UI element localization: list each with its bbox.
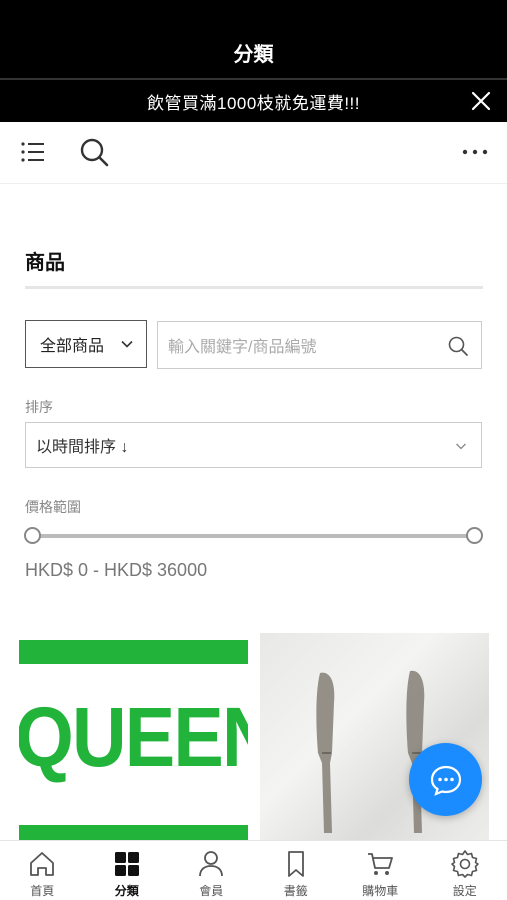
bookmark-icon [287, 851, 304, 877]
promo-banner: 飲管買滿1000枝就免運費!!! [0, 80, 507, 122]
nav-item-settings[interactable]: 設定 [423, 841, 507, 900]
cart-icon [368, 853, 394, 875]
nav-item-home[interactable]: 首頁 [0, 841, 85, 900]
nav-label: 書籤 [283, 884, 308, 898]
search-icon[interactable] [78, 136, 110, 168]
nav-label: 購物車 [362, 884, 399, 898]
category-selected: 全部商品 [40, 338, 105, 355]
user-icon [199, 851, 224, 877]
chevron-down-icon [121, 340, 133, 348]
nav-label: 設定 [452, 884, 477, 898]
price-range-label: 價格範圍 [25, 499, 81, 515]
nav-item-member[interactable]: 會員 [169, 841, 254, 900]
nav-item-cart[interactable]: 購物車 [338, 841, 423, 900]
gear-icon [450, 850, 479, 878]
grid-icon [114, 852, 139, 876]
category-dropdown[interactable]: 全部商品 [25, 320, 147, 368]
price-slider-max-handle[interactable] [466, 527, 483, 544]
nav-label: 分類 [114, 884, 139, 898]
nav-item-bookmark[interactable]: 書籤 [254, 841, 339, 900]
home-icon [30, 852, 55, 876]
page-header: 分類 [0, 0, 507, 78]
sort-selected: 以時間排序 ↓ [36, 439, 129, 456]
promo-text: 飲管買滿1000枝就免運費!!! [147, 93, 360, 113]
bottom-nav: 首頁 分類 會員 書籤 購物車 設定 [0, 840, 507, 900]
search-input[interactable]: 輸入關鍵字/商品編號 [157, 321, 482, 369]
toolbar [0, 122, 507, 184]
price-slider-track[interactable] [32, 534, 475, 538]
chat-button[interactable] [409, 743, 482, 816]
nav-item-category[interactable]: 分類 [85, 841, 170, 900]
close-icon[interactable] [469, 89, 493, 113]
chevron-down-icon [456, 443, 466, 450]
search-icon[interactable] [447, 335, 469, 357]
section-divider [25, 286, 483, 289]
product-card[interactable]: QUEEN [19, 633, 248, 840]
sort-label: 排序 [25, 399, 53, 415]
page-title: 分類 [233, 43, 274, 66]
logo-band-top [19, 640, 248, 664]
sort-dropdown[interactable]: 以時間排序 ↓ [25, 422, 482, 468]
more-options-icon[interactable] [461, 140, 489, 164]
price-slider-min-handle[interactable] [24, 527, 41, 544]
nav-label: 首頁 [30, 884, 55, 898]
nav-label: 會員 [199, 884, 224, 898]
chat-bubble-icon [430, 765, 461, 796]
price-range-text: HKD$ 0 - HKD$ 36000 [25, 560, 208, 580]
list-menu-icon[interactable] [20, 139, 46, 165]
product-logo-text: QUEEN [19, 690, 248, 784]
logo-band-bottom [19, 825, 248, 840]
search-placeholder: 輸入關鍵字/商品編號 [168, 339, 317, 356]
section-title: 商品 [25, 252, 65, 274]
